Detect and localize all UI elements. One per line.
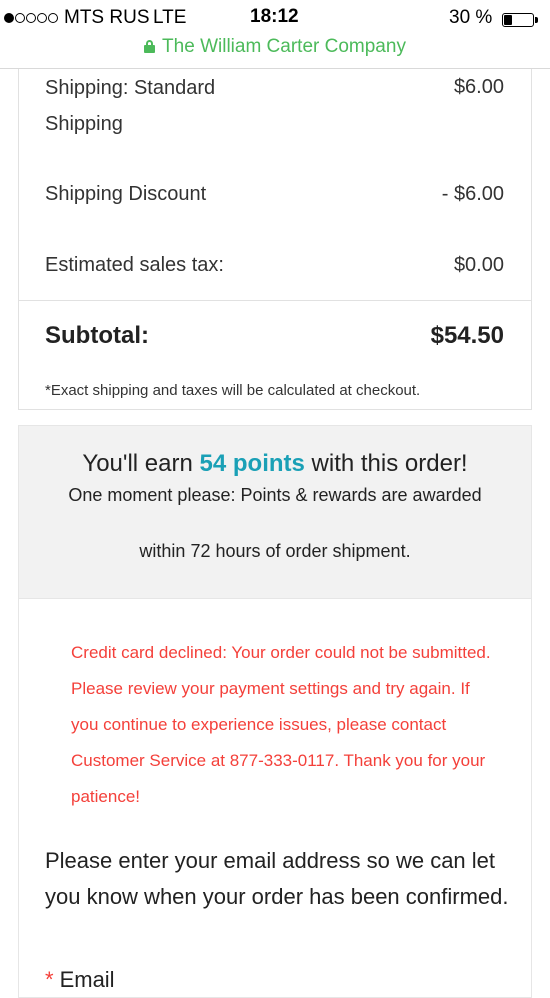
email-label-text: Email	[59, 967, 115, 992]
subtotal-amount: $54.50	[430, 322, 504, 349]
network-type: LTE	[153, 7, 187, 28]
signal-dot	[37, 13, 47, 23]
lock-icon	[144, 40, 156, 53]
signal-dot	[4, 13, 14, 23]
rewards-note-line1: One moment please: Points & rewards are …	[68, 485, 482, 505]
rewards-note-line2: within 72 hours of order shipment.	[139, 541, 411, 561]
tax-label: Estimated sales tax:	[45, 254, 224, 276]
error-message: Credit card declined: Your order could n…	[71, 643, 491, 806]
rewards-panel: You'll earn 54 points with this order! O…	[18, 425, 532, 599]
email-field-label: * Email	[45, 967, 115, 993]
signal-dot	[15, 13, 25, 23]
subtotal-label: Subtotal:	[45, 322, 149, 349]
carrier-name: MTS RUS	[64, 7, 150, 28]
email-prompt: Please enter your email address so we ca…	[45, 848, 509, 909]
earn-suffix: with this order!	[304, 450, 468, 477]
site-name: The William Carter Company	[162, 36, 406, 57]
signal-strength-icon	[4, 13, 59, 35]
battery-tip	[535, 17, 538, 23]
status-bar: MTS RUS LTE 18:12 30 % The William Carte…	[0, 0, 550, 69]
battery-icon	[502, 13, 534, 27]
shipping-discount-amount: - $6.00	[441, 183, 504, 205]
shipping-amount: $6.00	[453, 76, 504, 98]
payment-status-card: Credit card declined: Your order could n…	[18, 598, 532, 998]
shipping-label-line1: Shipping: Standard	[45, 77, 216, 99]
earn-prefix: You'll earn	[82, 450, 200, 477]
signal-dot	[48, 13, 58, 23]
divider	[19, 300, 531, 301]
address-bar[interactable]: The William Carter Company	[0, 36, 550, 58]
tax-amount: $0.00	[453, 254, 504, 276]
battery-fill	[504, 15, 512, 25]
battery-percent: 30 %	[449, 7, 493, 28]
points-value: 54 points	[199, 450, 305, 477]
shipping-label-line2: Shipping	[45, 113, 123, 135]
clock: 18:12	[250, 6, 299, 27]
order-summary-card: Shipping: Standard Shipping $6.00 Shippi…	[18, 69, 532, 410]
checkout-note: *Exact shipping and taxes will be calcul…	[45, 382, 421, 399]
shipping-discount-label: Shipping Discount	[45, 183, 207, 205]
earn-points-message: You'll earn 54 points with this order!	[19, 450, 531, 478]
required-marker: *	[45, 967, 54, 992]
signal-dot	[26, 13, 36, 23]
shipping-label: Shipping: Standard Shipping	[45, 70, 215, 142]
